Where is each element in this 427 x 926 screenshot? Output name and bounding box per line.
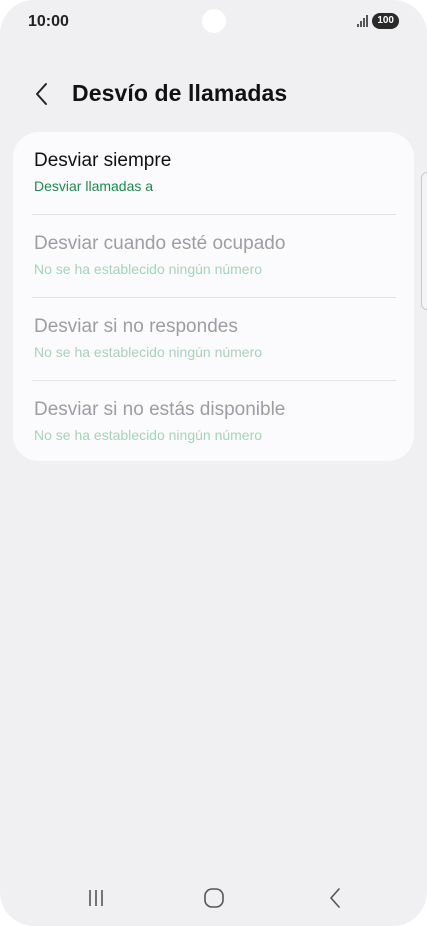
- scroll-handle[interactable]: [421, 172, 427, 310]
- option-subtitle: No se ha establecido ningún número: [34, 427, 263, 443]
- option-forward-when-unreachable[interactable]: Desviar si no estás disponible No se ha …: [13, 381, 414, 461]
- call-forwarding-options: Desviar siempre Desviar llamadas a Desvi…: [13, 132, 414, 461]
- status-time: 10:00: [28, 13, 69, 30]
- option-title: Desviar si no estás disponible: [34, 399, 286, 420]
- nav-back-button[interactable]: [315, 882, 355, 914]
- status-indicators: 100: [357, 13, 399, 29]
- navigation-bar: [0, 874, 427, 922]
- signal-bars-icon: [357, 15, 369, 27]
- home-icon: [204, 888, 224, 908]
- back-button[interactable]: [28, 80, 56, 108]
- option-title: Desviar siempre: [34, 150, 172, 171]
- status-bar: 10:00 100: [0, 0, 427, 44]
- back-icon: [330, 888, 340, 908]
- recents-icon: [89, 890, 103, 906]
- option-title: Desviar si no respondes: [34, 316, 238, 337]
- option-subtitle: No se ha establecido ningún número: [34, 344, 263, 360]
- option-subtitle: No se ha establecido ningún número: [34, 261, 263, 277]
- option-title: Desviar cuando esté ocupado: [34, 233, 286, 254]
- recents-button[interactable]: [76, 882, 116, 914]
- header: Desvío de llamadas: [0, 72, 427, 116]
- camera-cutout: [202, 9, 226, 33]
- home-button[interactable]: [194, 882, 234, 914]
- option-subtitle: Desviar llamadas a: [34, 178, 154, 194]
- chevron-left-icon: [36, 83, 47, 105]
- option-forward-when-unanswered[interactable]: Desviar si no respondes No se ha estable…: [13, 298, 414, 380]
- battery-badge: 100: [372, 13, 399, 29]
- option-forward-always[interactable]: Desviar siempre Desviar llamadas a: [13, 132, 414, 214]
- phone-screen: 10:00 100 Desvío de llamadas Desviar sie…: [0, 0, 427, 926]
- page-title: Desvío de llamadas: [72, 80, 288, 106]
- option-forward-when-busy[interactable]: Desviar cuando esté ocupado No se ha est…: [13, 215, 414, 297]
